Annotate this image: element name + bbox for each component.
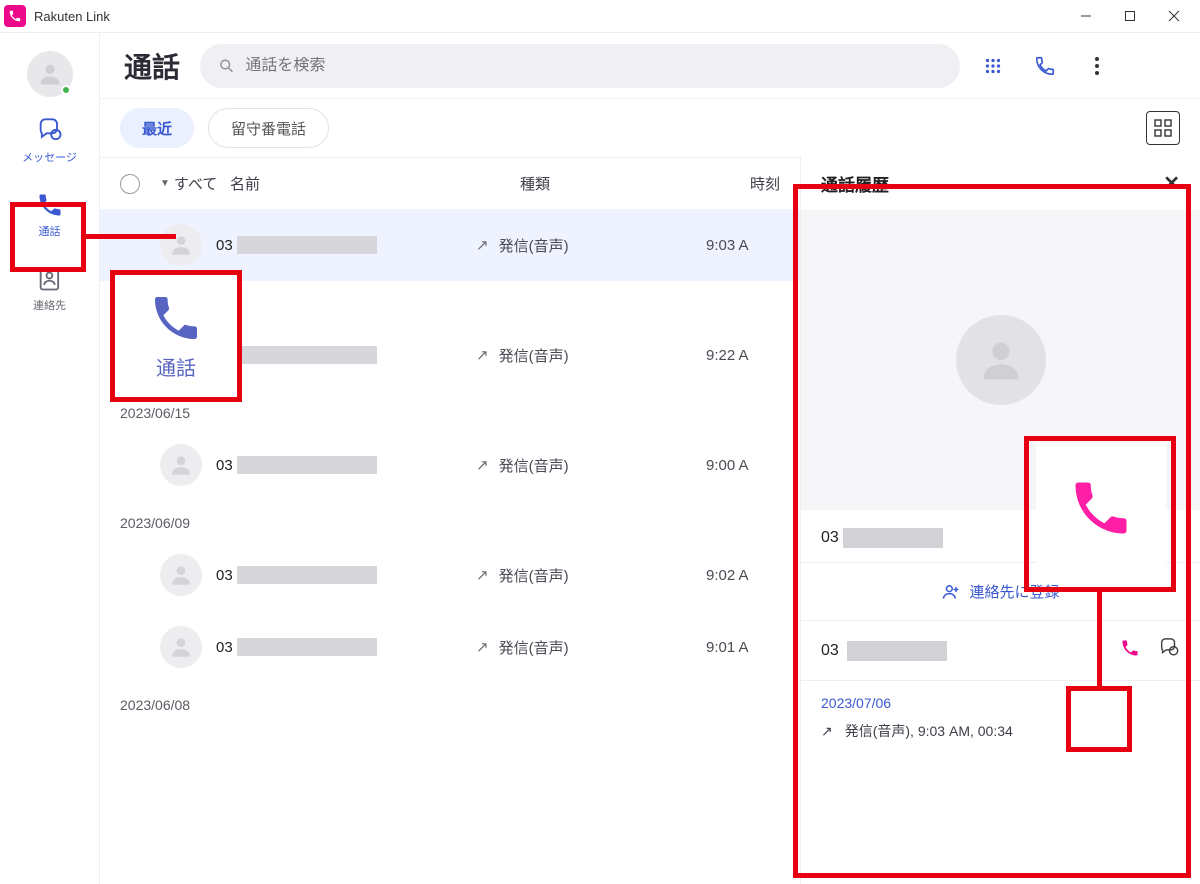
view-toggle-button[interactable] <box>1146 111 1180 145</box>
nav-label: 連絡先 <box>33 297 66 313</box>
phone-icon <box>36 191 64 219</box>
main-panel: 通話 最近 留守番電話 ▼すべて <box>100 33 1200 884</box>
nav-label: 通話 <box>39 223 61 239</box>
call-number-prefix: 03 <box>216 639 233 656</box>
tab-voicemail[interactable]: 留守番電話 <box>208 108 329 148</box>
app-title: Rakuten Link <box>34 9 110 24</box>
app-icon <box>4 5 26 27</box>
nav-messages[interactable]: メッセージ <box>14 109 86 171</box>
call-number-prefix: 03 <box>216 567 233 584</box>
call-action-button[interactable] <box>1120 638 1140 663</box>
dialpad-icon <box>982 55 1004 77</box>
call-time: 9:22 A <box>706 347 776 364</box>
outgoing-arrow-icon: ↗ <box>476 456 489 474</box>
log-entry: ↗ 発信(音声), 9:03 AM, 00:34 <box>821 721 1180 741</box>
grid-icon <box>1153 118 1173 138</box>
call-time: 9:00 A <box>706 457 776 474</box>
profile-avatar[interactable] <box>27 51 73 97</box>
redacted-number <box>843 528 943 548</box>
call-type: 発信(音声) <box>499 565 569 586</box>
chat-action-button[interactable] <box>1158 637 1180 664</box>
add-person-icon <box>941 582 961 602</box>
phone-icon <box>1067 474 1135 542</box>
annotation-enlarged-call-icon <box>1036 443 1166 573</box>
annotation-enlarged-nav-badge: 通話 <box>116 275 236 395</box>
contact-avatar-icon <box>160 444 202 486</box>
contacts-icon <box>36 265 64 293</box>
detail-close-button[interactable]: ✕ <box>1163 171 1180 196</box>
filter-dropdown[interactable]: ▼すべて <box>160 173 230 194</box>
search-input[interactable] <box>245 57 942 75</box>
contact-avatar-icon <box>160 224 202 266</box>
annotation-connector <box>1097 592 1102 686</box>
more-button[interactable] <box>1084 53 1110 79</box>
detail-title: 通話履歴 <box>821 171 889 196</box>
call-button[interactable] <box>1032 53 1058 79</box>
window-maximize-button[interactable] <box>1108 0 1152 32</box>
redacted-number <box>237 346 377 364</box>
redacted-number <box>847 641 947 661</box>
call-time: 9:03 A <box>706 237 776 254</box>
col-header-name: 名前 <box>230 173 520 194</box>
call-type: 発信(音声) <box>499 235 569 256</box>
phone-icon <box>1120 638 1140 658</box>
page-title: 通話 <box>124 46 180 86</box>
col-header-type: 種類 <box>520 173 750 194</box>
phone-outline-icon <box>1034 55 1056 77</box>
annotation-connector <box>86 234 176 239</box>
nav-label: メッセージ <box>22 149 77 165</box>
contact-avatar-icon <box>160 626 202 668</box>
presence-dot-icon <box>61 85 71 95</box>
redacted-number <box>237 638 377 656</box>
window-minimize-button[interactable] <box>1064 0 1108 32</box>
phone-icon <box>148 290 204 346</box>
window-close-button[interactable] <box>1152 0 1196 32</box>
nav-calls[interactable]: 通話 <box>14 183 86 245</box>
detail-log: 2023/07/06 ↗ 発信(音声), 9:03 AM, 00:34 <box>801 681 1200 755</box>
contact-avatar-icon <box>160 554 202 596</box>
call-number-prefix: 03 <box>216 237 233 254</box>
contact-avatar-icon <box>956 315 1046 405</box>
outgoing-arrow-icon: ↗ <box>476 236 489 254</box>
search-icon <box>218 57 235 75</box>
tab-recent[interactable]: 最近 <box>120 108 194 148</box>
select-all-checkbox[interactable] <box>120 174 140 194</box>
detail-action-row: 03 <box>801 621 1200 681</box>
outgoing-arrow-icon: ↗ <box>821 723 833 740</box>
chat-icon <box>1158 637 1180 659</box>
outgoing-arrow-icon: ↗ <box>476 346 489 364</box>
dialpad-button[interactable] <box>980 53 1006 79</box>
call-type: 発信(音声) <box>499 345 569 366</box>
redacted-number <box>237 456 377 474</box>
outgoing-arrow-icon: ↗ <box>476 566 489 584</box>
log-date: 2023/07/06 <box>821 695 1180 711</box>
call-time: 9:01 A <box>706 639 776 656</box>
window-titlebar: Rakuten Link <box>0 0 1200 32</box>
nav-contacts[interactable]: 連絡先 <box>14 257 86 319</box>
search-box[interactable] <box>200 44 960 88</box>
chat-icon <box>36 117 64 145</box>
call-type: 発信(音声) <box>499 637 569 658</box>
redacted-number <box>237 236 377 254</box>
redacted-number <box>237 566 377 584</box>
sidebar: メッセージ 通話 連絡先 <box>0 33 100 884</box>
call-type: 発信(音声) <box>499 455 569 476</box>
call-number-prefix: 03 <box>216 457 233 474</box>
outgoing-arrow-icon: ↗ <box>476 638 489 656</box>
call-time: 9:02 A <box>706 567 776 584</box>
